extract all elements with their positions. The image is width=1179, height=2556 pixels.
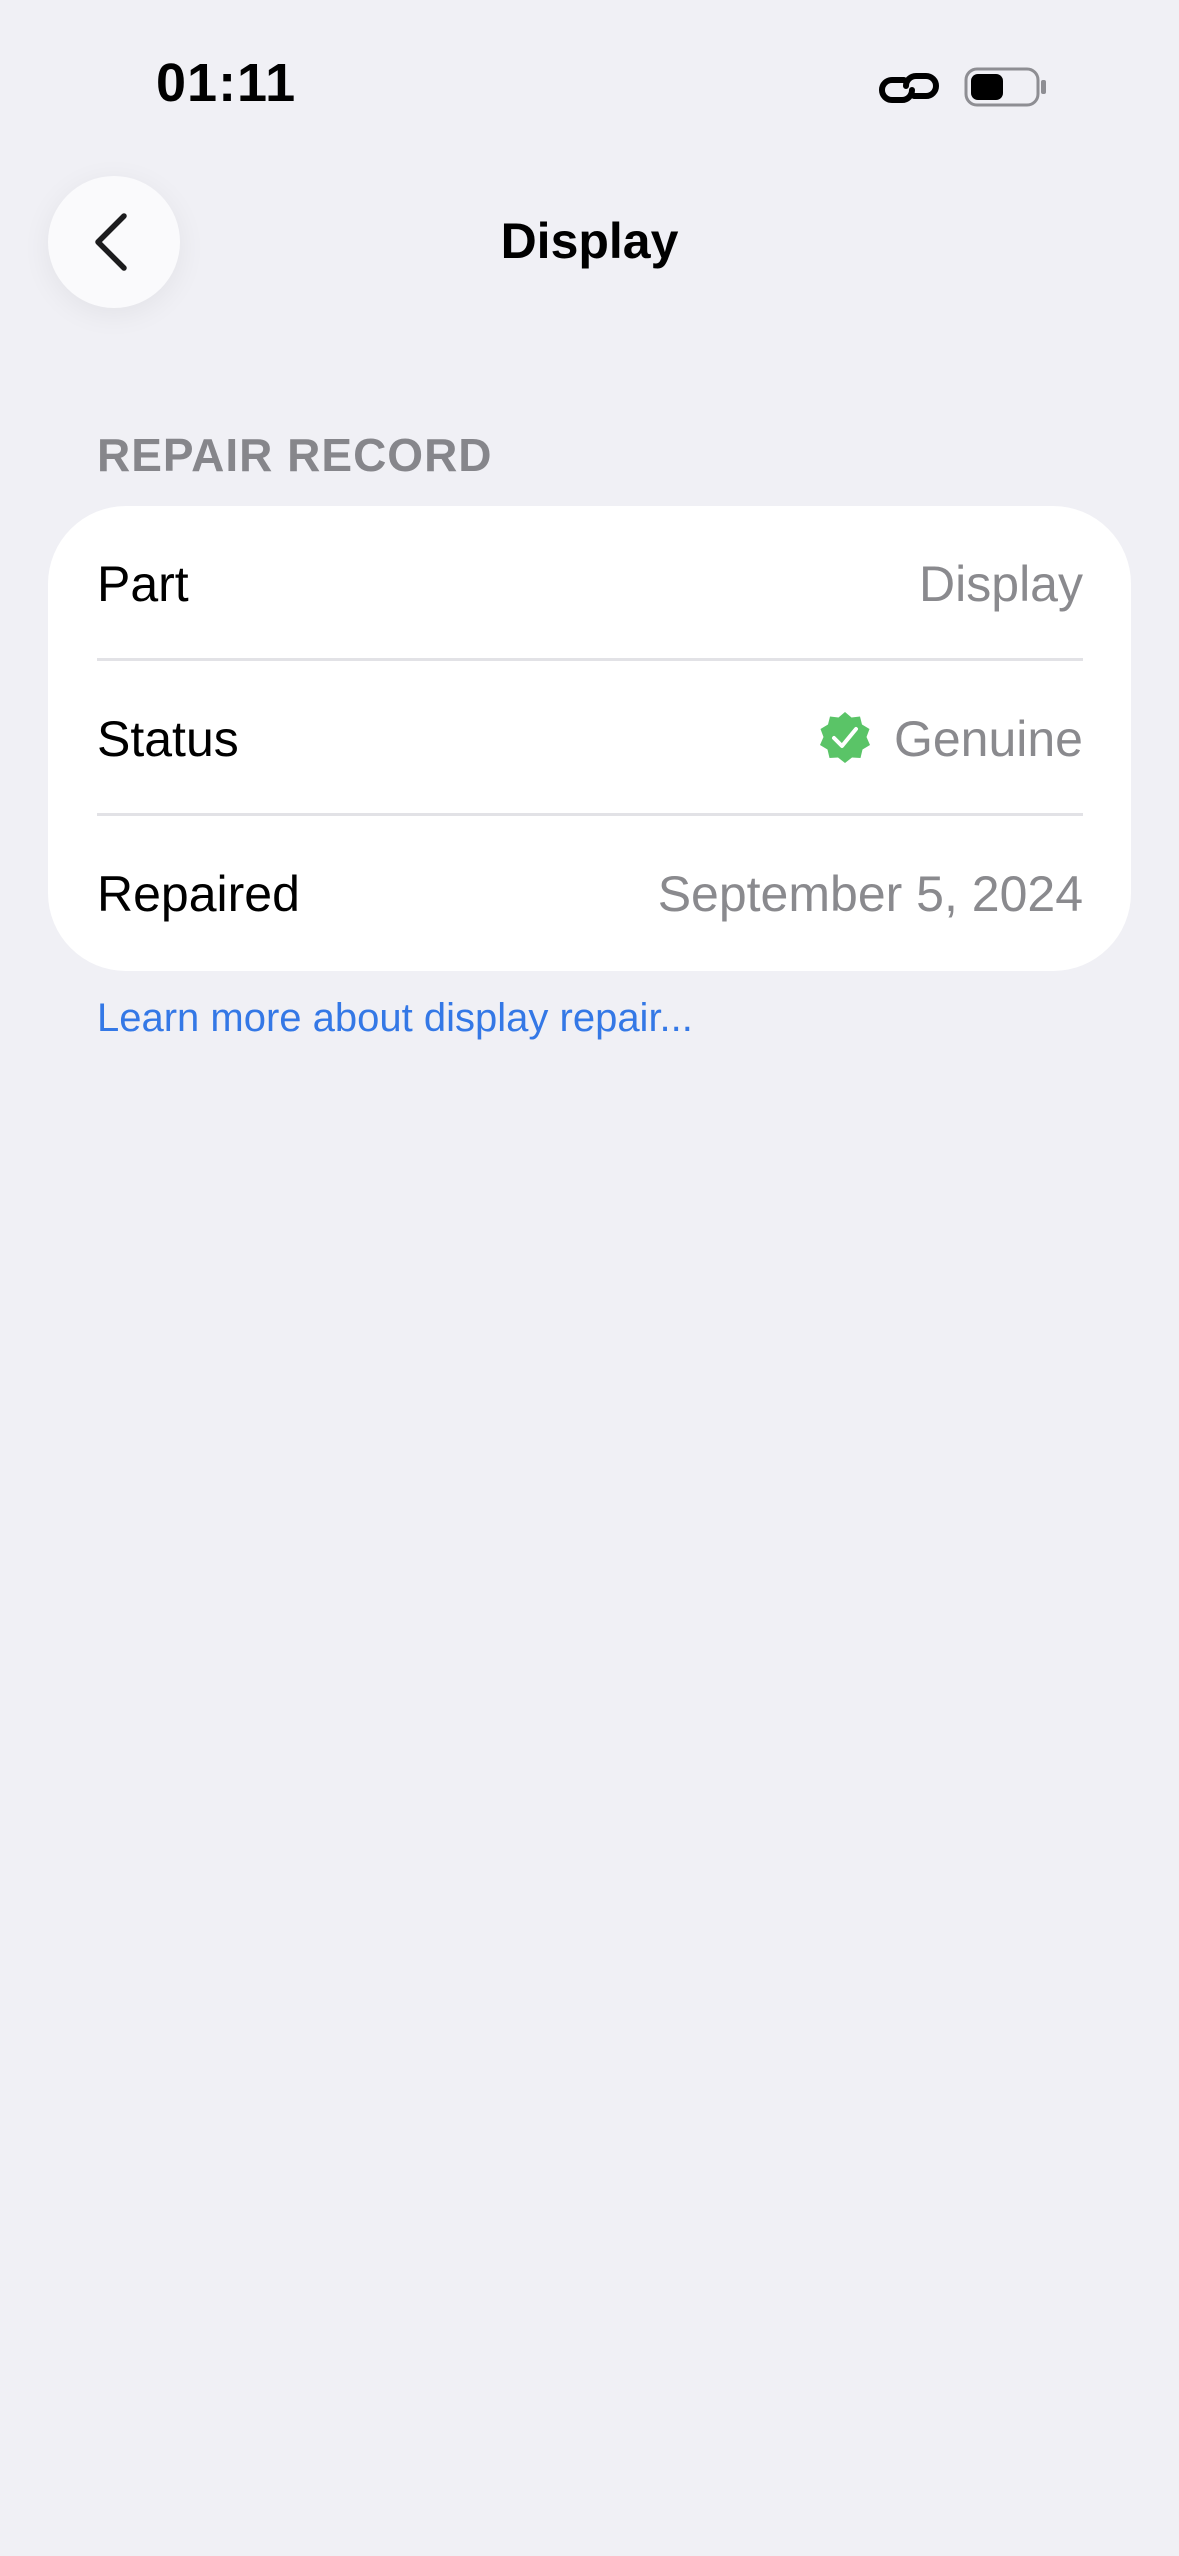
- verified-badge-icon: [819, 711, 870, 763]
- repaired-date-value: September 5, 2024: [657, 865, 1083, 922]
- navigation-bar: Display: [0, 170, 1179, 320]
- learn-more-link[interactable]: Learn more about display repair...: [97, 996, 693, 1041]
- status-time: 01:11: [156, 53, 297, 113]
- part-value: Display: [919, 555, 1083, 612]
- battery-icon: [964, 67, 1046, 107]
- link-icon: [879, 73, 939, 103]
- repair-record-card: Part Display Status Genuine Repaired Sep…: [48, 506, 1131, 971]
- status-value: Genuine: [893, 710, 1083, 767]
- status-bar: 01:11: [0, 0, 1179, 170]
- row-value: September 5, 2024: [658, 865, 1083, 923]
- page-title: Display: [500, 213, 679, 269]
- row-value: Display: [919, 555, 1083, 613]
- row-value: Genuine: [816, 710, 1083, 768]
- section-header: REPAIR RECORD: [97, 429, 493, 481]
- row-label: Status: [97, 710, 239, 767]
- status-row: Status Genuine: [48, 661, 1131, 816]
- repaired-row: Repaired September 5, 2024: [48, 816, 1131, 971]
- row-label: Part: [97, 555, 189, 612]
- part-row: Part Display: [48, 506, 1131, 661]
- row-label: Repaired: [97, 865, 300, 922]
